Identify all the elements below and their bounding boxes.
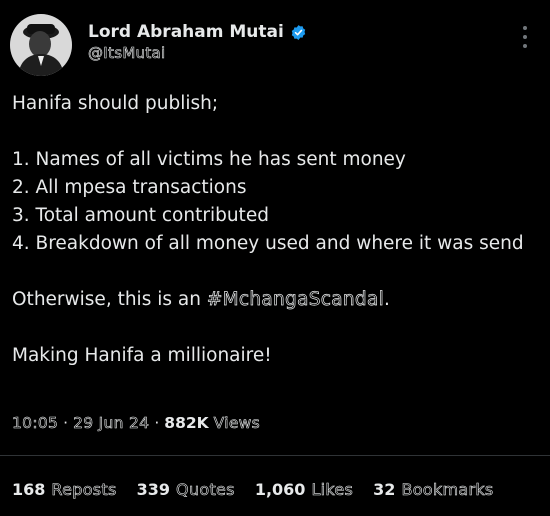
avatar[interactable]	[10, 14, 72, 76]
divider	[0, 455, 550, 456]
author-name[interactable]: Lord Abraham Mutai	[88, 22, 284, 42]
tweet-line: Otherwise, this is an #MchangaScandal.	[12, 286, 532, 314]
reposts-label: Reposts	[51, 480, 117, 500]
list-item: 3. Total amount contributed	[12, 205, 269, 226]
hashtag-link[interactable]: #MchangaScandal	[206, 289, 384, 311]
likes-count: 1,060	[254, 480, 306, 499]
more-options-icon[interactable]	[522, 26, 528, 48]
otherwise-text: Otherwise, this is an	[12, 289, 207, 310]
bookmarks-count: 32	[373, 480, 396, 499]
bookmarks-label: Bookmarks	[401, 480, 494, 500]
bookmarks-stat[interactable]: 32 Bookmarks	[373, 480, 494, 500]
tweet-meta: 10:05 · 29 Jun 24 · 882K Views	[12, 414, 261, 433]
avatar-image	[10, 14, 72, 76]
views-label: Views	[213, 414, 261, 433]
separator: ·	[154, 414, 160, 432]
views-count: 882K	[164, 414, 209, 432]
likes-stat[interactable]: 1,060 Likes	[254, 480, 354, 500]
tweet-line: Hanifa should publish;	[12, 93, 219, 114]
author-name-row[interactable]: Lord Abraham Mutai	[88, 22, 307, 42]
quotes-count: 339	[136, 480, 171, 499]
quotes-label: Quotes	[176, 480, 235, 500]
engagement-stats: 168 Reposts 339 Quotes 1,060 Likes 32 Bo…	[12, 480, 494, 500]
verified-badge-icon	[291, 24, 306, 40]
author-handle[interactable]: @ItsMutai	[88, 44, 166, 63]
reposts-stat[interactable]: 168 Reposts	[12, 480, 117, 500]
likes-label: Likes	[311, 480, 354, 500]
tweet-line: Making Hanifa a millionaire!	[12, 345, 272, 366]
tweet-time[interactable]: 10:05	[12, 414, 58, 433]
list-item: 1. Names of all victims he has sent mone…	[12, 149, 406, 170]
tweet-body: Hanifa should publish; 1. Names of all v…	[12, 90, 532, 370]
list-item: 2. All mpesa transactions	[12, 177, 247, 198]
list-item: 4. Breakdown of all money used and where…	[12, 233, 524, 254]
tweet-date[interactable]: 29 Jun 24	[73, 414, 150, 433]
period: .	[384, 289, 390, 310]
reposts-count: 168	[12, 480, 46, 499]
separator: ·	[63, 414, 69, 432]
quotes-stat[interactable]: 339 Quotes	[136, 480, 235, 500]
